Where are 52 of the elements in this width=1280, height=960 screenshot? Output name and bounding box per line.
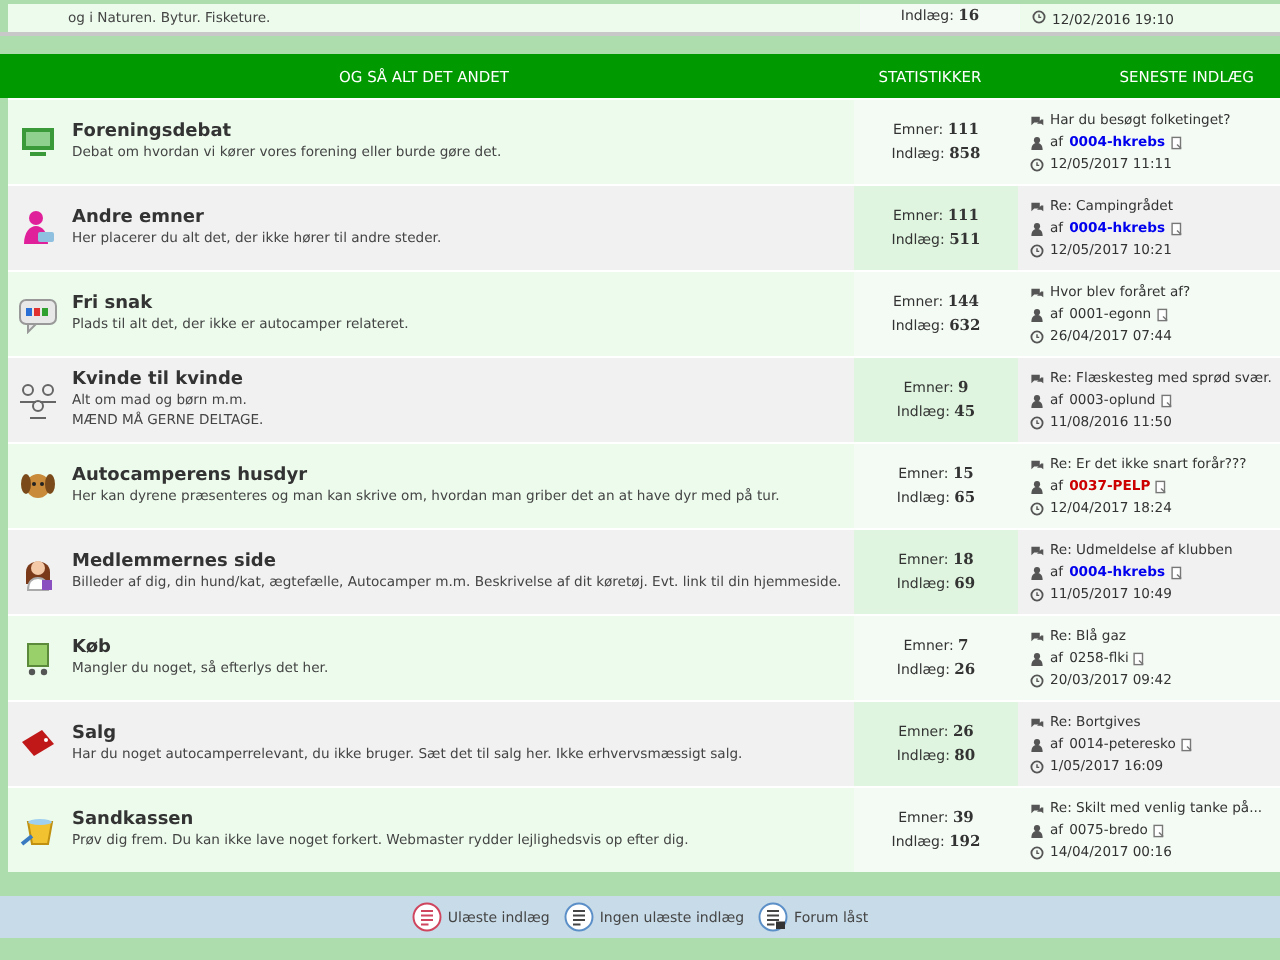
forum-status-icon [411, 902, 442, 932]
clock-icon [1030, 415, 1044, 429]
comments-icon [1030, 715, 1044, 729]
user-icon [1030, 307, 1044, 321]
clock-icon [1030, 845, 1044, 859]
monitor-icon [18, 122, 58, 162]
clock-icon [1030, 759, 1044, 773]
view-post-icon[interactable] [1132, 651, 1147, 665]
clock-icon [1032, 10, 1046, 24]
forum-title-link[interactable]: Kvinde til kvinde [72, 370, 244, 390]
forum-title-link[interactable]: Andre emner [72, 208, 204, 228]
comments-icon [1030, 801, 1044, 815]
user-icon [1030, 565, 1044, 579]
forum-title-link[interactable]: Foreningsdebat [72, 122, 232, 142]
view-post-icon[interactable] [1179, 737, 1194, 751]
view-post-icon[interactable] [1151, 823, 1166, 837]
clock-icon [1030, 243, 1044, 257]
comments-icon [1030, 285, 1044, 299]
forum-title-link[interactable]: Medlemmernes side [72, 552, 276, 572]
user-icon [1030, 737, 1044, 751]
user-icon [1030, 823, 1044, 837]
user-icon [1030, 393, 1044, 407]
clock-icon [1030, 501, 1044, 515]
forum-title-link[interactable]: Sandkassen [72, 810, 194, 830]
comments-icon [1030, 113, 1044, 127]
view-post-icon[interactable] [1169, 565, 1184, 579]
user-icon [1030, 479, 1044, 493]
comments-icon [1030, 629, 1044, 643]
user-icon [1030, 651, 1044, 665]
forum-title-link[interactable]: Autocamperens husdyr [72, 466, 308, 486]
forum-title-link[interactable]: Salg [72, 724, 117, 744]
user-icon [1030, 135, 1044, 149]
view-post-icon[interactable] [1169, 135, 1184, 149]
view-post-icon[interactable] [1169, 221, 1184, 235]
view-post-icon[interactable] [1154, 479, 1169, 493]
clock-icon [1030, 673, 1044, 687]
clock-icon [1030, 157, 1044, 171]
forum-title-link[interactable]: Køb [72, 638, 111, 658]
comments-icon [1030, 543, 1044, 557]
comments-icon [1030, 371, 1044, 385]
clock-icon [1030, 587, 1044, 601]
user-icon [1030, 221, 1044, 235]
comments-icon [1030, 199, 1044, 213]
forum-title-link[interactable]: Fri snak [72, 294, 153, 314]
clock-icon [1030, 329, 1044, 343]
forum-status-icon [563, 902, 594, 932]
person-icon [18, 208, 58, 248]
view-post-icon[interactable] [1159, 393, 1174, 407]
comments-icon [1030, 457, 1044, 471]
locked-forum-icon [758, 902, 789, 932]
speech-bubble-icon [18, 294, 58, 334]
view-post-icon[interactable] [1155, 307, 1170, 321]
